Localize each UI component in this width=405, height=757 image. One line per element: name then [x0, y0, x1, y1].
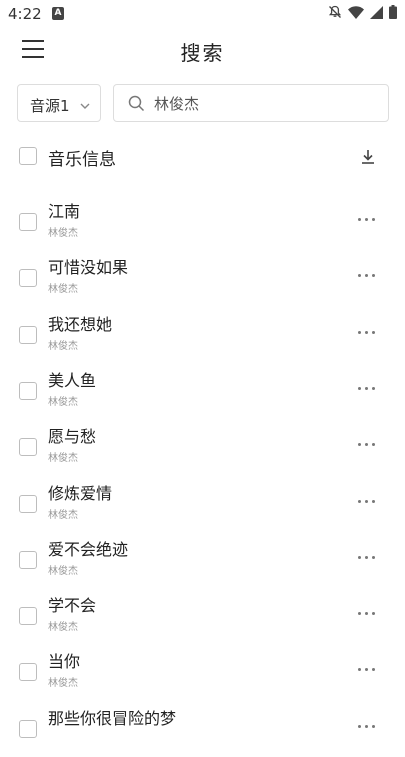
song-artist: 林俊杰 [48, 396, 78, 408]
song-checkbox[interactable] [19, 213, 37, 231]
song-name: 愿与愁 [48, 427, 97, 447]
song-artist: 林俊杰 [48, 678, 78, 690]
signal-icon [370, 5, 383, 19]
song-list-item[interactable]: 可惜没如果 林俊杰 [0, 250, 405, 306]
song-name: 爱不会绝迹 [48, 539, 129, 559]
more-options-icon[interactable] [356, 608, 378, 618]
song-list-item[interactable]: 当你 林俊杰 [0, 644, 405, 700]
song-checkbox[interactable] [19, 438, 37, 457]
song-artist: 林俊杰 [48, 453, 78, 465]
song-list-item[interactable]: 修炼爱情 林俊杰 [0, 476, 405, 532]
song-checkbox[interactable] [19, 550, 37, 569]
download-icon[interactable] [360, 148, 376, 166]
song-artist: 林俊杰 [48, 565, 78, 577]
more-options-icon[interactable] [356, 721, 378, 731]
song-name: 可惜没如果 [48, 258, 129, 278]
song-checkbox[interactable] [19, 719, 37, 738]
more-options-icon[interactable] [356, 327, 378, 337]
song-checkbox[interactable] [19, 494, 37, 513]
song-artist: 林俊杰 [48, 509, 78, 521]
battery-icon [389, 5, 397, 19]
list-header: 音乐信息 [0, 140, 405, 174]
song-name: 那些你很冒险的梦 [48, 708, 177, 728]
more-options-icon[interactable] [356, 383, 378, 393]
song-artist: 林俊杰 [48, 284, 78, 296]
search-row: 音源1 [0, 84, 405, 124]
song-checkbox[interactable] [19, 381, 37, 400]
song-checkbox[interactable] [19, 269, 37, 288]
song-artist: 林俊杰 [48, 622, 78, 634]
song-name: 美人鱼 [48, 370, 97, 390]
select-all-checkbox[interactable] [19, 147, 37, 165]
notification-badge-icon: A [52, 7, 64, 20]
bell-off-icon [328, 5, 342, 19]
song-list-item[interactable]: 那些你很冒险的梦 [0, 701, 405, 757]
more-options-icon[interactable] [356, 439, 378, 449]
song-name: 我还想她 [48, 314, 113, 334]
search-icon [128, 95, 145, 116]
page-title: 搜索 [180, 41, 225, 65]
song-name: 当你 [48, 652, 81, 672]
song-list-item[interactable]: 江南 林俊杰 [0, 194, 405, 250]
song-artist: 林俊杰 [48, 340, 78, 352]
song-list-item[interactable]: 愿与愁 林俊杰 [0, 419, 405, 475]
song-name: 修炼爱情 [48, 483, 113, 503]
song-checkbox[interactable] [19, 663, 37, 682]
more-options-icon[interactable] [356, 664, 378, 674]
more-options-icon[interactable] [356, 270, 378, 280]
song-name: 学不会 [48, 596, 97, 616]
app-bar: 搜索 [0, 28, 405, 74]
status-icons [328, 5, 397, 19]
song-list-item[interactable]: 美人鱼 林俊杰 [0, 363, 405, 419]
status-time: 4:22 [8, 5, 42, 23]
more-options-icon[interactable] [356, 552, 378, 562]
source-select-label: 音源1 [30, 97, 70, 115]
more-options-icon[interactable] [356, 214, 378, 224]
list-header-title: 音乐信息 [48, 150, 116, 170]
song-list-item[interactable]: 学不会 林俊杰 [0, 588, 405, 644]
song-artist: 林俊杰 [48, 228, 78, 239]
song-name: 江南 [48, 202, 81, 221]
more-options-icon[interactable] [356, 496, 378, 506]
search-input[interactable] [154, 91, 374, 115]
status-bar: 4:22 A [0, 0, 405, 28]
song-list-item[interactable]: 我还想她 林俊杰 [0, 307, 405, 363]
song-checkbox[interactable] [19, 607, 37, 626]
source-select[interactable]: 音源1 [17, 84, 101, 122]
wifi-icon [348, 5, 364, 19]
song-checkbox[interactable] [19, 325, 37, 344]
search-box[interactable] [113, 84, 389, 122]
chevron-down-icon [79, 97, 91, 116]
song-list-item[interactable]: 爱不会绝迹 林俊杰 [0, 532, 405, 588]
